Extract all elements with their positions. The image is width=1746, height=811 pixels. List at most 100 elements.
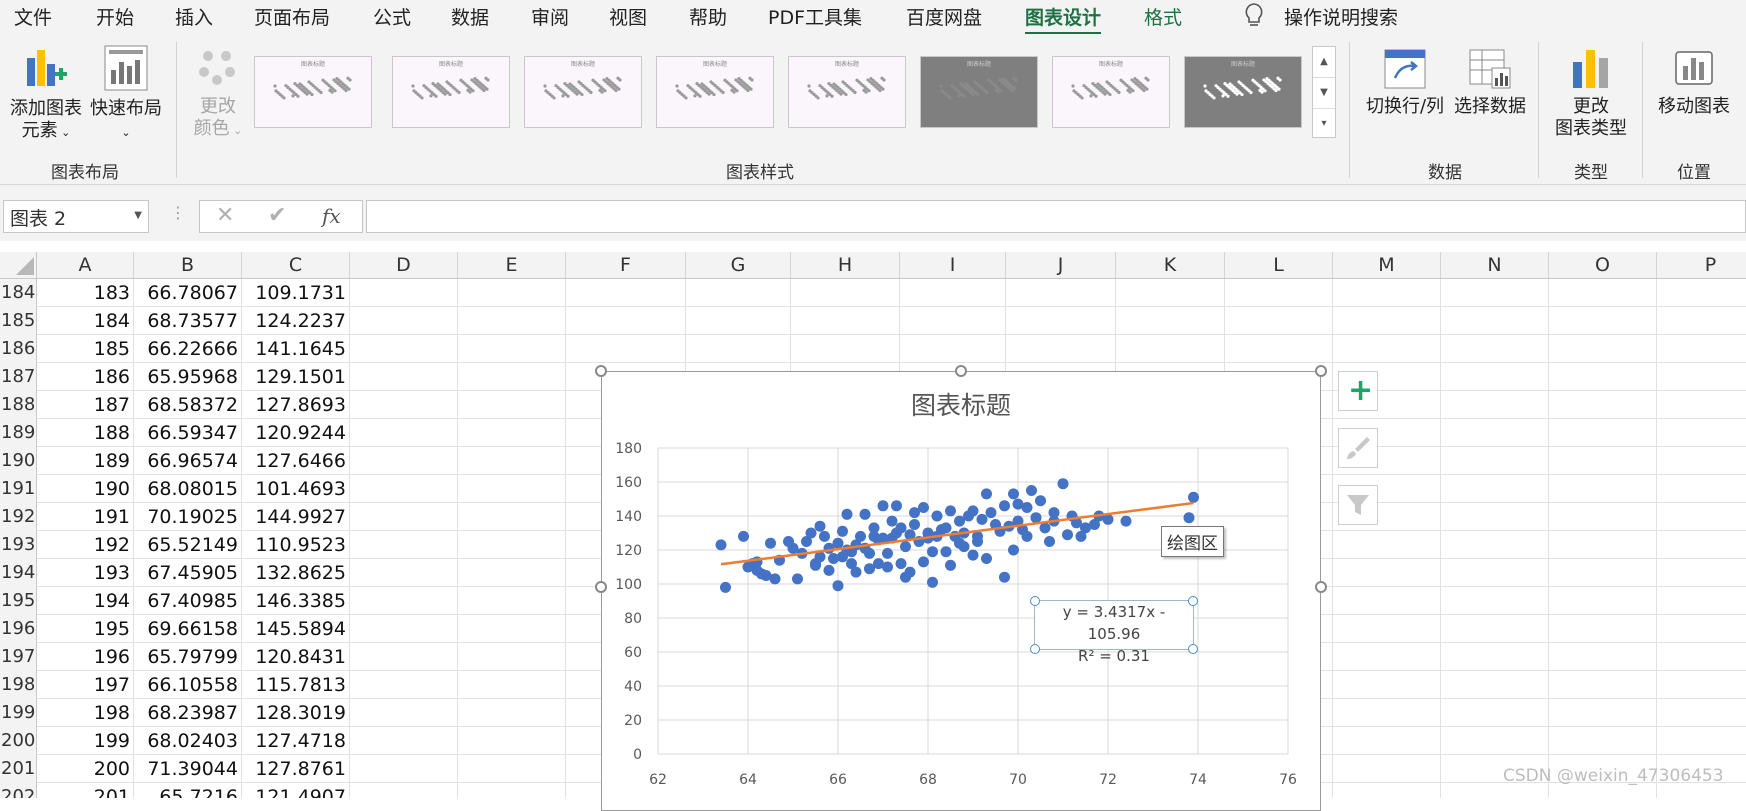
cell-a[interactable]: 184 <box>37 307 134 335</box>
column-header-L[interactable]: L <box>1225 252 1333 278</box>
chart-style-6[interactable]: 图表标题 <box>920 56 1038 128</box>
menu-tab-9[interactable]: PDF工具集 <box>768 3 862 30</box>
change-chart-type-button[interactable]: 更改 图表类型 <box>1548 48 1634 140</box>
menu-tab-6[interactable]: 审阅 <box>531 3 569 30</box>
data-point[interactable] <box>945 559 956 571</box>
cell-a[interactable]: 196 <box>37 643 134 671</box>
resize-handle-ml[interactable] <box>595 581 607 593</box>
data-point[interactable] <box>909 519 920 530</box>
data-point[interactable] <box>823 564 835 576</box>
data-point[interactable] <box>999 500 1010 512</box>
insert-function-icon[interactable]: fx <box>322 204 341 228</box>
menu-tab-8[interactable]: 帮助 <box>689 3 727 30</box>
data-point[interactable] <box>832 580 844 592</box>
row-header[interactable]: 196 <box>0 615 37 643</box>
data-point[interactable] <box>967 549 979 561</box>
cell-b[interactable]: 66.96574 <box>134 447 242 475</box>
cell-b[interactable]: 68.73577 <box>134 307 242 335</box>
cell-b[interactable]: 66.22666 <box>134 335 242 363</box>
chart-filters-button[interactable] <box>1338 485 1378 525</box>
resize-handle-tr[interactable] <box>1315 365 1327 377</box>
data-point[interactable] <box>805 527 817 539</box>
cell-a[interactable]: 191 <box>37 503 134 531</box>
cell-c[interactable]: 121.4907 <box>242 783 350 798</box>
data-point[interactable] <box>873 558 884 570</box>
switch-row-col-button[interactable]: 切换行/列 <box>1362 48 1448 118</box>
column-header-G[interactable]: G <box>686 252 791 278</box>
row-header[interactable]: 200 <box>0 727 37 755</box>
row-header[interactable]: 184 <box>0 279 37 307</box>
cell-a[interactable]: 190 <box>37 475 134 503</box>
column-header-F[interactable]: F <box>566 252 686 278</box>
row-header[interactable]: 186 <box>0 335 37 363</box>
menu-tab-1[interactable]: 开始 <box>96 3 134 30</box>
column-header-M[interactable]: M <box>1333 252 1441 278</box>
data-point[interactable] <box>1062 529 1073 541</box>
data-point[interactable] <box>819 530 830 542</box>
column-header-B[interactable]: B <box>134 252 242 278</box>
data-point[interactable] <box>981 488 992 500</box>
data-point[interactable] <box>999 571 1010 583</box>
data-point[interactable] <box>985 507 997 519</box>
data-point[interactable] <box>1044 536 1055 547</box>
name-box[interactable]: 图表 2 ▼ <box>3 200 149 233</box>
data-point[interactable] <box>931 510 943 522</box>
cell-a[interactable]: 185 <box>37 335 134 363</box>
cell-b[interactable]: 65.95968 <box>134 363 242 391</box>
trendline[interactable] <box>720 501 1194 566</box>
cell-b[interactable]: 65.52149 <box>134 531 242 559</box>
row-header[interactable]: 199 <box>0 699 37 727</box>
menu-tab-4[interactable]: 公式 <box>373 3 411 30</box>
column-header-O[interactable]: O <box>1549 252 1657 278</box>
row-header[interactable]: 201 <box>0 755 37 783</box>
data-point[interactable] <box>738 530 749 542</box>
cell-a[interactable]: 188 <box>37 419 134 447</box>
row-header[interactable]: 187 <box>0 363 37 391</box>
cell-a[interactable]: 193 <box>37 559 134 587</box>
data-point[interactable] <box>877 500 889 512</box>
trendline-label[interactable]: y = 3.4317x - 105.96 R² = 0.31 <box>1030 596 1198 665</box>
cell-b[interactable]: 67.40985 <box>134 587 242 615</box>
data-point[interactable] <box>814 520 826 532</box>
cell-c[interactable]: 124.2237 <box>242 307 350 335</box>
data-point[interactable] <box>837 525 848 537</box>
cell-c[interactable]: 128.3019 <box>242 699 350 727</box>
menu-tab-11[interactable]: 图表设计 <box>1025 3 1102 35</box>
data-point[interactable] <box>720 581 731 593</box>
data-point[interactable] <box>886 515 898 527</box>
chart-style-1[interactable]: 图表标题 <box>254 56 372 128</box>
cell-a[interactable]: 192 <box>37 531 134 559</box>
cell-b[interactable]: 66.78067 <box>134 279 242 307</box>
column-header-C[interactable]: C <box>242 252 350 278</box>
data-point[interactable] <box>1120 515 1132 527</box>
row-header[interactable]: 189 <box>0 419 37 447</box>
move-chart-button[interactable]: 移动图表 <box>1652 48 1736 118</box>
data-point[interactable] <box>895 558 907 570</box>
cell-c[interactable]: 127.6466 <box>242 447 350 475</box>
column-header-E[interactable]: E <box>458 252 566 278</box>
cell-a[interactable]: 183 <box>37 279 134 307</box>
data-point[interactable] <box>1008 544 1019 556</box>
add-chart-element-button[interactable]: 添加图表 元素 ⌄ <box>8 44 84 144</box>
data-point[interactable] <box>1026 485 1037 496</box>
data-point[interactable] <box>1035 495 1046 507</box>
data-point[interactable] <box>1021 502 1033 513</box>
quick-layout-button[interactable]: 快速布局 ⌄ <box>88 44 164 144</box>
cell-a[interactable]: 201 <box>37 783 134 798</box>
data-point[interactable] <box>855 530 866 542</box>
data-point[interactable] <box>958 541 970 553</box>
data-point[interactable] <box>868 522 880 534</box>
data-point[interactable] <box>900 541 911 553</box>
menu-tab-0[interactable]: 文件 <box>14 3 52 30</box>
cell-c[interactable]: 120.9244 <box>242 419 350 447</box>
name-box-dropdown-icon[interactable]: ▼ <box>134 210 142 221</box>
formula-input[interactable] <box>366 200 1746 233</box>
cell-a[interactable]: 197 <box>37 671 134 699</box>
gallery-down-arrow-icon[interactable]: ▼ <box>1313 78 1335 109</box>
row-header[interactable]: 188 <box>0 391 37 419</box>
cell-a[interactable]: 187 <box>37 391 134 419</box>
cell-b[interactable]: 67.45905 <box>134 559 242 587</box>
data-point[interactable] <box>841 508 853 520</box>
menu-tab-12[interactable]: 格式 <box>1144 3 1182 30</box>
gallery-up-arrow-icon[interactable]: ▲ <box>1313 47 1335 78</box>
